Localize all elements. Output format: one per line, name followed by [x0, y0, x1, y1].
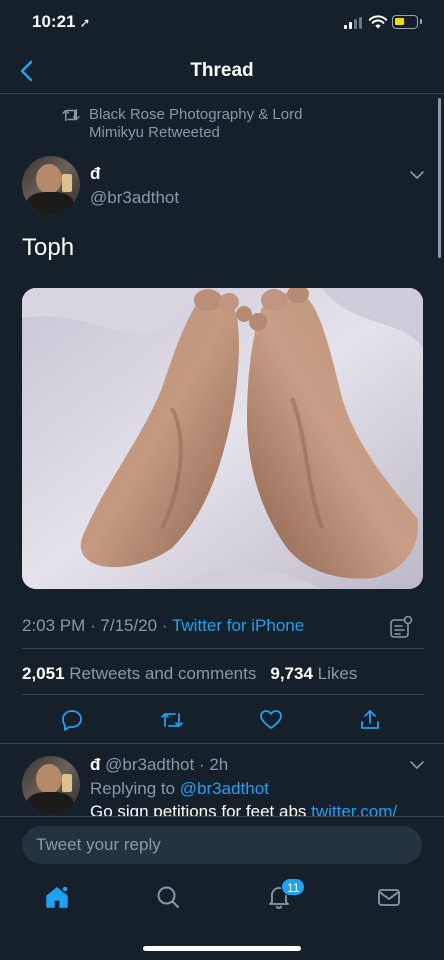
chevron-down-icon[interactable]	[408, 166, 426, 184]
reply-avatar[interactable]	[22, 756, 80, 814]
wifi-icon	[368, 15, 388, 29]
battery-icon	[392, 15, 422, 29]
clock: 10:21	[32, 12, 76, 31]
likes-count: 9,734	[270, 664, 313, 683]
search-icon[interactable]	[155, 884, 181, 910]
reply-author-name: đ	[90, 755, 101, 774]
share-icon[interactable]	[358, 708, 382, 732]
home-icon[interactable]	[44, 884, 70, 910]
nav-bar: Thread	[0, 48, 444, 94]
status-time: 10:21 ➚	[32, 12, 90, 32]
home-indicator[interactable]	[143, 946, 301, 951]
page-title: Thread	[190, 60, 254, 81]
avatar[interactable]	[22, 156, 80, 214]
reply-header[interactable]: đ @br3adthot · 2h	[90, 755, 228, 775]
analytics-icon[interactable]	[388, 614, 414, 640]
tweet-photo	[22, 288, 423, 589]
like-icon[interactable]	[259, 708, 283, 732]
divider	[22, 648, 424, 649]
retweets-count: 2,051	[22, 664, 65, 683]
retweet-icon[interactable]	[160, 708, 184, 732]
compose-bar: Tweet your reply	[0, 816, 444, 872]
replying-prefix: Replying to	[90, 779, 180, 798]
reply-time: · 2h	[198, 755, 229, 774]
likes-label: Likes	[317, 664, 358, 683]
retweet-icon	[62, 109, 80, 121]
tweet-timestamp: 2:03 PM · 7/15/20 ·	[22, 616, 172, 635]
author-name[interactable]: đ	[90, 164, 100, 184]
tweet-text: Toph	[22, 234, 75, 261]
reply-text-container: Go sign petitions for feet abs twitter.c…	[90, 800, 420, 816]
retweets-label: Retweets and comments	[69, 664, 257, 683]
reply-text: Go sign petitions for feet abs twitter.c…	[90, 802, 397, 816]
tweet-meta: 2:03 PM · 7/15/20 · Twitter for iPhone	[22, 616, 304, 636]
notification-badge: 11	[281, 878, 306, 896]
divider	[22, 694, 424, 695]
scrollbar[interactable]	[438, 98, 441, 258]
retweet-banner[interactable]: Black Rose Photography & Lord Mimikyu Re…	[62, 106, 352, 142]
location-arrow-icon: ➚	[79, 15, 91, 30]
status-bar: 10:21 ➚	[0, 0, 444, 48]
tweet-source-link[interactable]: Twitter for iPhone	[172, 616, 304, 635]
reply-text-body: Go sign petitions for feet abs	[90, 802, 312, 816]
reply-input[interactable]: Tweet your reply	[22, 826, 422, 864]
chevron-down-icon[interactable]	[408, 756, 426, 774]
author-handle[interactable]: @br3adthot	[90, 188, 179, 208]
reply-link[interactable]: twitter.com/	[311, 802, 397, 816]
reply-icon[interactable]	[60, 708, 84, 732]
divider	[0, 743, 444, 744]
replying-to-mention[interactable]: @br3adthot	[180, 779, 269, 798]
mail-icon[interactable]	[376, 884, 402, 910]
retweet-banner-text: Black Rose Photography & Lord Mimikyu Re…	[89, 106, 303, 141]
tweet-image[interactable]	[22, 288, 423, 589]
tweet-stats[interactable]: 2,051 Retweets and comments 9,734 Likes	[22, 664, 357, 684]
reply-author-handle: @br3adthot	[105, 755, 195, 774]
signal-icon	[344, 17, 364, 29]
replying-to: Replying to @br3adthot	[90, 779, 269, 799]
